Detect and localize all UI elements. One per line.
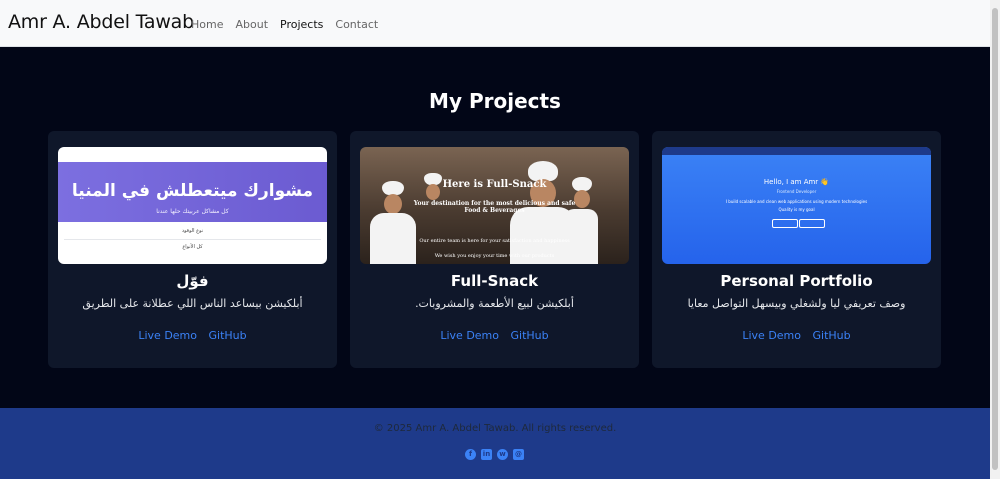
project-card-portfolio: Hello, I am Amr 👋 Frontend Developer I b… — [652, 131, 941, 368]
thumbnail-line: Quality is my goal — [778, 207, 815, 212]
thumbnail-navbar — [662, 147, 931, 155]
live-demo-link[interactable]: Live Demo — [138, 329, 197, 342]
thumbnail-subtitle: Frontend Developer — [776, 189, 817, 194]
thumbnail-subtitle: كل مشاكل عربيتك حلها عندنا — [156, 208, 229, 215]
navbar: Amr A. Abdel Tawab Home About Projects C… — [0, 0, 990, 47]
nav-link-contact[interactable]: Contact — [335, 18, 378, 31]
live-demo-link[interactable]: Live Demo — [742, 329, 801, 342]
thumbnail-line: We wish you enjoy your time with our pro… — [434, 253, 555, 259]
thumbnail-line: نوع الوقود — [181, 228, 204, 234]
section-title: My Projects — [429, 89, 561, 113]
chef-hat-shape — [528, 161, 558, 181]
project-description: أبلكيشن لبيع الأطعمة والمشروبات. — [415, 297, 574, 310]
project-thumbnail: Hello, I am Amr 👋 Frontend Developer I b… — [662, 147, 931, 264]
live-demo-link[interactable]: Live Demo — [440, 329, 499, 342]
social-links: f in w @ — [465, 449, 524, 460]
nav-link-home[interactable]: Home — [191, 18, 223, 31]
nav-link-projects[interactable]: Projects — [280, 18, 323, 31]
projects-section: My Projects مشوارك ميتعطلش في المنيا كل … — [0, 47, 990, 408]
project-description: أبلكيشن بيساعد الناس اللي عطلانة على الط… — [82, 297, 303, 310]
facebook-icon[interactable]: f — [465, 449, 476, 460]
thumbnail-heading: Hello, I am Amr 👋 — [763, 178, 830, 186]
divider — [64, 239, 321, 240]
project-title: Personal Portfolio — [720, 272, 873, 290]
project-links: Live Demo GitHub — [350, 329, 639, 342]
thumbnail-button — [799, 219, 825, 228]
project-title: Full-Snack — [450, 272, 539, 290]
project-thumbnail: Here is Full-Snack Your destination for … — [360, 147, 629, 264]
nav-links: Home About Projects Contact — [191, 18, 378, 31]
thumbnail-heading: مشوارك ميتعطلش في المنيا — [71, 181, 314, 201]
scrollbar-thumb[interactable] — [992, 8, 998, 470]
whatsapp-icon[interactable]: w — [497, 449, 508, 460]
copyright-text: © 2025 Amr A. Abdel Tawab. All rights re… — [373, 423, 617, 434]
brand-logo[interactable]: Amr A. Abdel Tawab — [8, 11, 194, 33]
thumbnail-line: كل الأنواع — [182, 244, 203, 250]
thumbnail-line: I build scalable and clean web applicati… — [725, 199, 868, 204]
email-icon[interactable]: @ — [513, 449, 524, 460]
thumbnail-heading: Here is Full-Snack — [442, 179, 547, 190]
project-thumbnail: مشوارك ميتعطلش في المنيا كل مشاكل عربيتك… — [58, 147, 327, 264]
github-link[interactable]: GitHub — [813, 329, 851, 342]
thumbnail-subtitle: Your destination for the most delicious … — [413, 200, 576, 214]
nav-link-about[interactable]: About — [235, 18, 268, 31]
project-description: وصف تعريفي ليا ولشغلي وبيسهل التواصل معا… — [687, 297, 906, 310]
github-link[interactable]: GitHub — [511, 329, 549, 342]
project-links: Live Demo GitHub — [48, 329, 337, 342]
project-title: فوّل — [176, 272, 209, 290]
github-link[interactable]: GitHub — [209, 329, 247, 342]
project-links: Live Demo GitHub — [652, 329, 941, 342]
thumbnail-line: Our entire team is here for your satisfa… — [419, 238, 570, 244]
linkedin-icon[interactable]: in — [481, 449, 492, 460]
project-card-full-snack: Here is Full-Snack Your destination for … — [350, 131, 639, 368]
project-card-fawwel: مشوارك ميتعطلش في المنيا كل مشاكل عربيتك… — [48, 131, 337, 368]
thumbnail-button — [772, 219, 798, 228]
footer: © 2025 Amr A. Abdel Tawab. All rights re… — [0, 408, 990, 479]
